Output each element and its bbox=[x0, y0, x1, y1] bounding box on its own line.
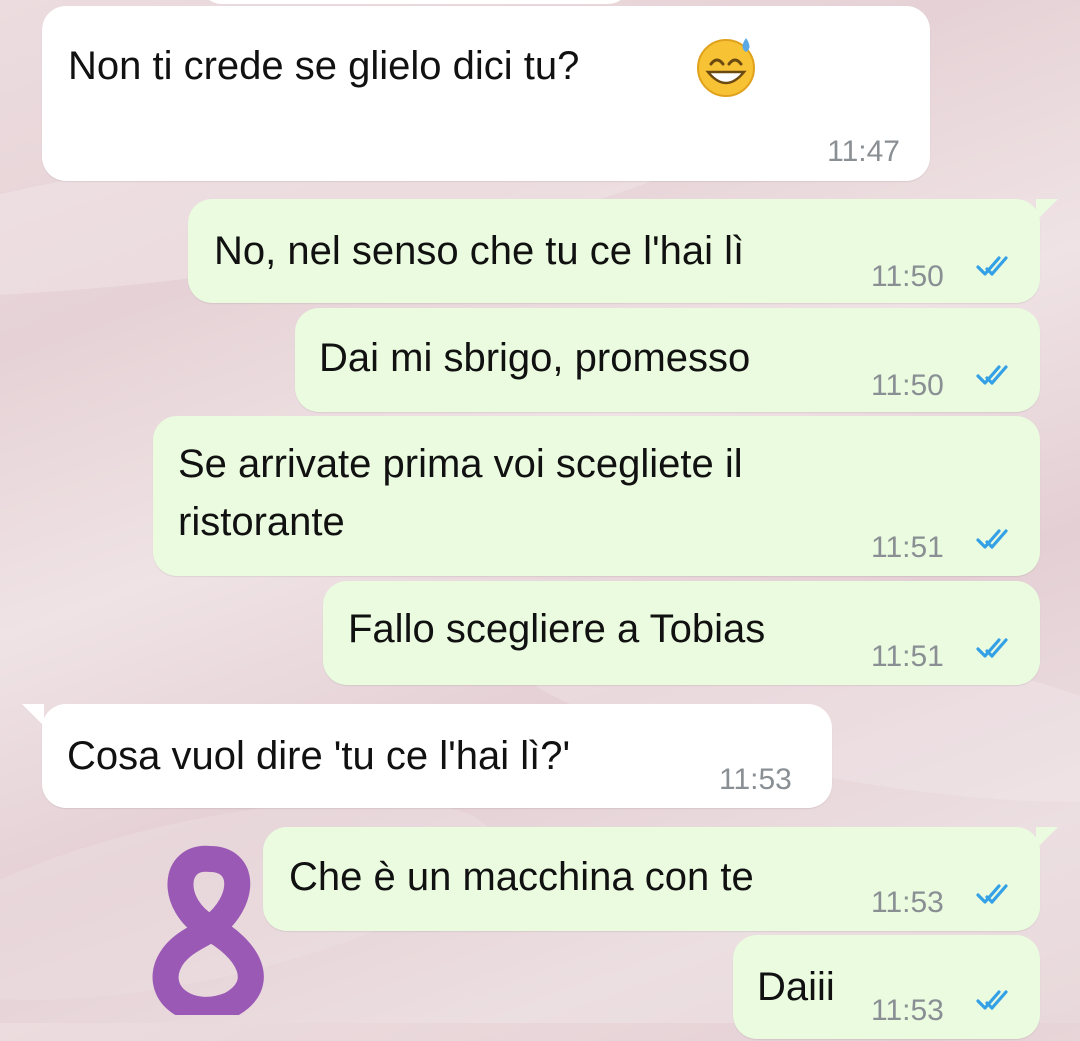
message-text: Dai mi sbrigo, promesso bbox=[319, 336, 751, 380]
sweat-smile-emoji bbox=[697, 38, 755, 97]
message-incoming[interactable]: Non ti crede se glielo dici tu? 11:47 bbox=[42, 6, 930, 181]
message-outgoing[interactable]: No, nel senso che tu ce l'hai lì 11:50 bbox=[188, 199, 1040, 303]
message-incoming[interactable]: Cosa vuol dire 'tu ce l'hai lì?' 11:53 bbox=[42, 704, 832, 808]
purple-doodle bbox=[152, 845, 264, 1015]
message-text: Non ti crede se glielo dici tu? bbox=[68, 44, 580, 88]
message-time: 11:51 bbox=[871, 531, 944, 564]
double-check-icon bbox=[976, 638, 1008, 658]
message-text: No, nel senso che tu ce l'hai lì bbox=[214, 229, 745, 273]
message-outgoing[interactable]: Se arrivate prima voi scegliete il risto… bbox=[153, 416, 1040, 576]
message-text-line-1: Se arrivate prima voi scegliete il bbox=[178, 442, 743, 486]
message-outgoing[interactable]: Fallo scegliere a Tobias 11:51 bbox=[323, 581, 1040, 685]
message-time: 11:50 bbox=[871, 369, 944, 402]
double-check-icon bbox=[976, 256, 1008, 276]
double-check-icon bbox=[976, 990, 1008, 1010]
message-time: 11:53 bbox=[871, 886, 944, 919]
message-time: 11:53 bbox=[719, 763, 792, 796]
message-time: 11:53 bbox=[871, 994, 944, 1027]
message-text-line-2: ristorante bbox=[178, 500, 345, 544]
double-check-icon bbox=[976, 529, 1008, 549]
message-outgoing[interactable]: Daiii 11:53 bbox=[733, 935, 1040, 1039]
bubble-tail bbox=[22, 704, 44, 726]
message-time: 11:51 bbox=[871, 640, 944, 673]
message-time: 11:47 bbox=[827, 135, 900, 168]
message-text: Che è un macchina con te bbox=[289, 855, 754, 899]
bubble-tail bbox=[1036, 199, 1058, 221]
previous-message-edge bbox=[200, 0, 630, 4]
double-check-icon bbox=[976, 884, 1008, 904]
double-check-icon bbox=[976, 365, 1008, 385]
message-time: 11:50 bbox=[871, 260, 944, 293]
message-outgoing[interactable]: Che è un macchina con te 11:53 bbox=[263, 827, 1040, 931]
message-text: Cosa vuol dire 'tu ce l'hai lì?' bbox=[67, 734, 571, 778]
message-text: Daiii bbox=[757, 965, 835, 1009]
message-outgoing[interactable]: Dai mi sbrigo, promesso 11:50 bbox=[295, 308, 1040, 412]
message-text: Fallo scegliere a Tobias bbox=[348, 607, 766, 651]
